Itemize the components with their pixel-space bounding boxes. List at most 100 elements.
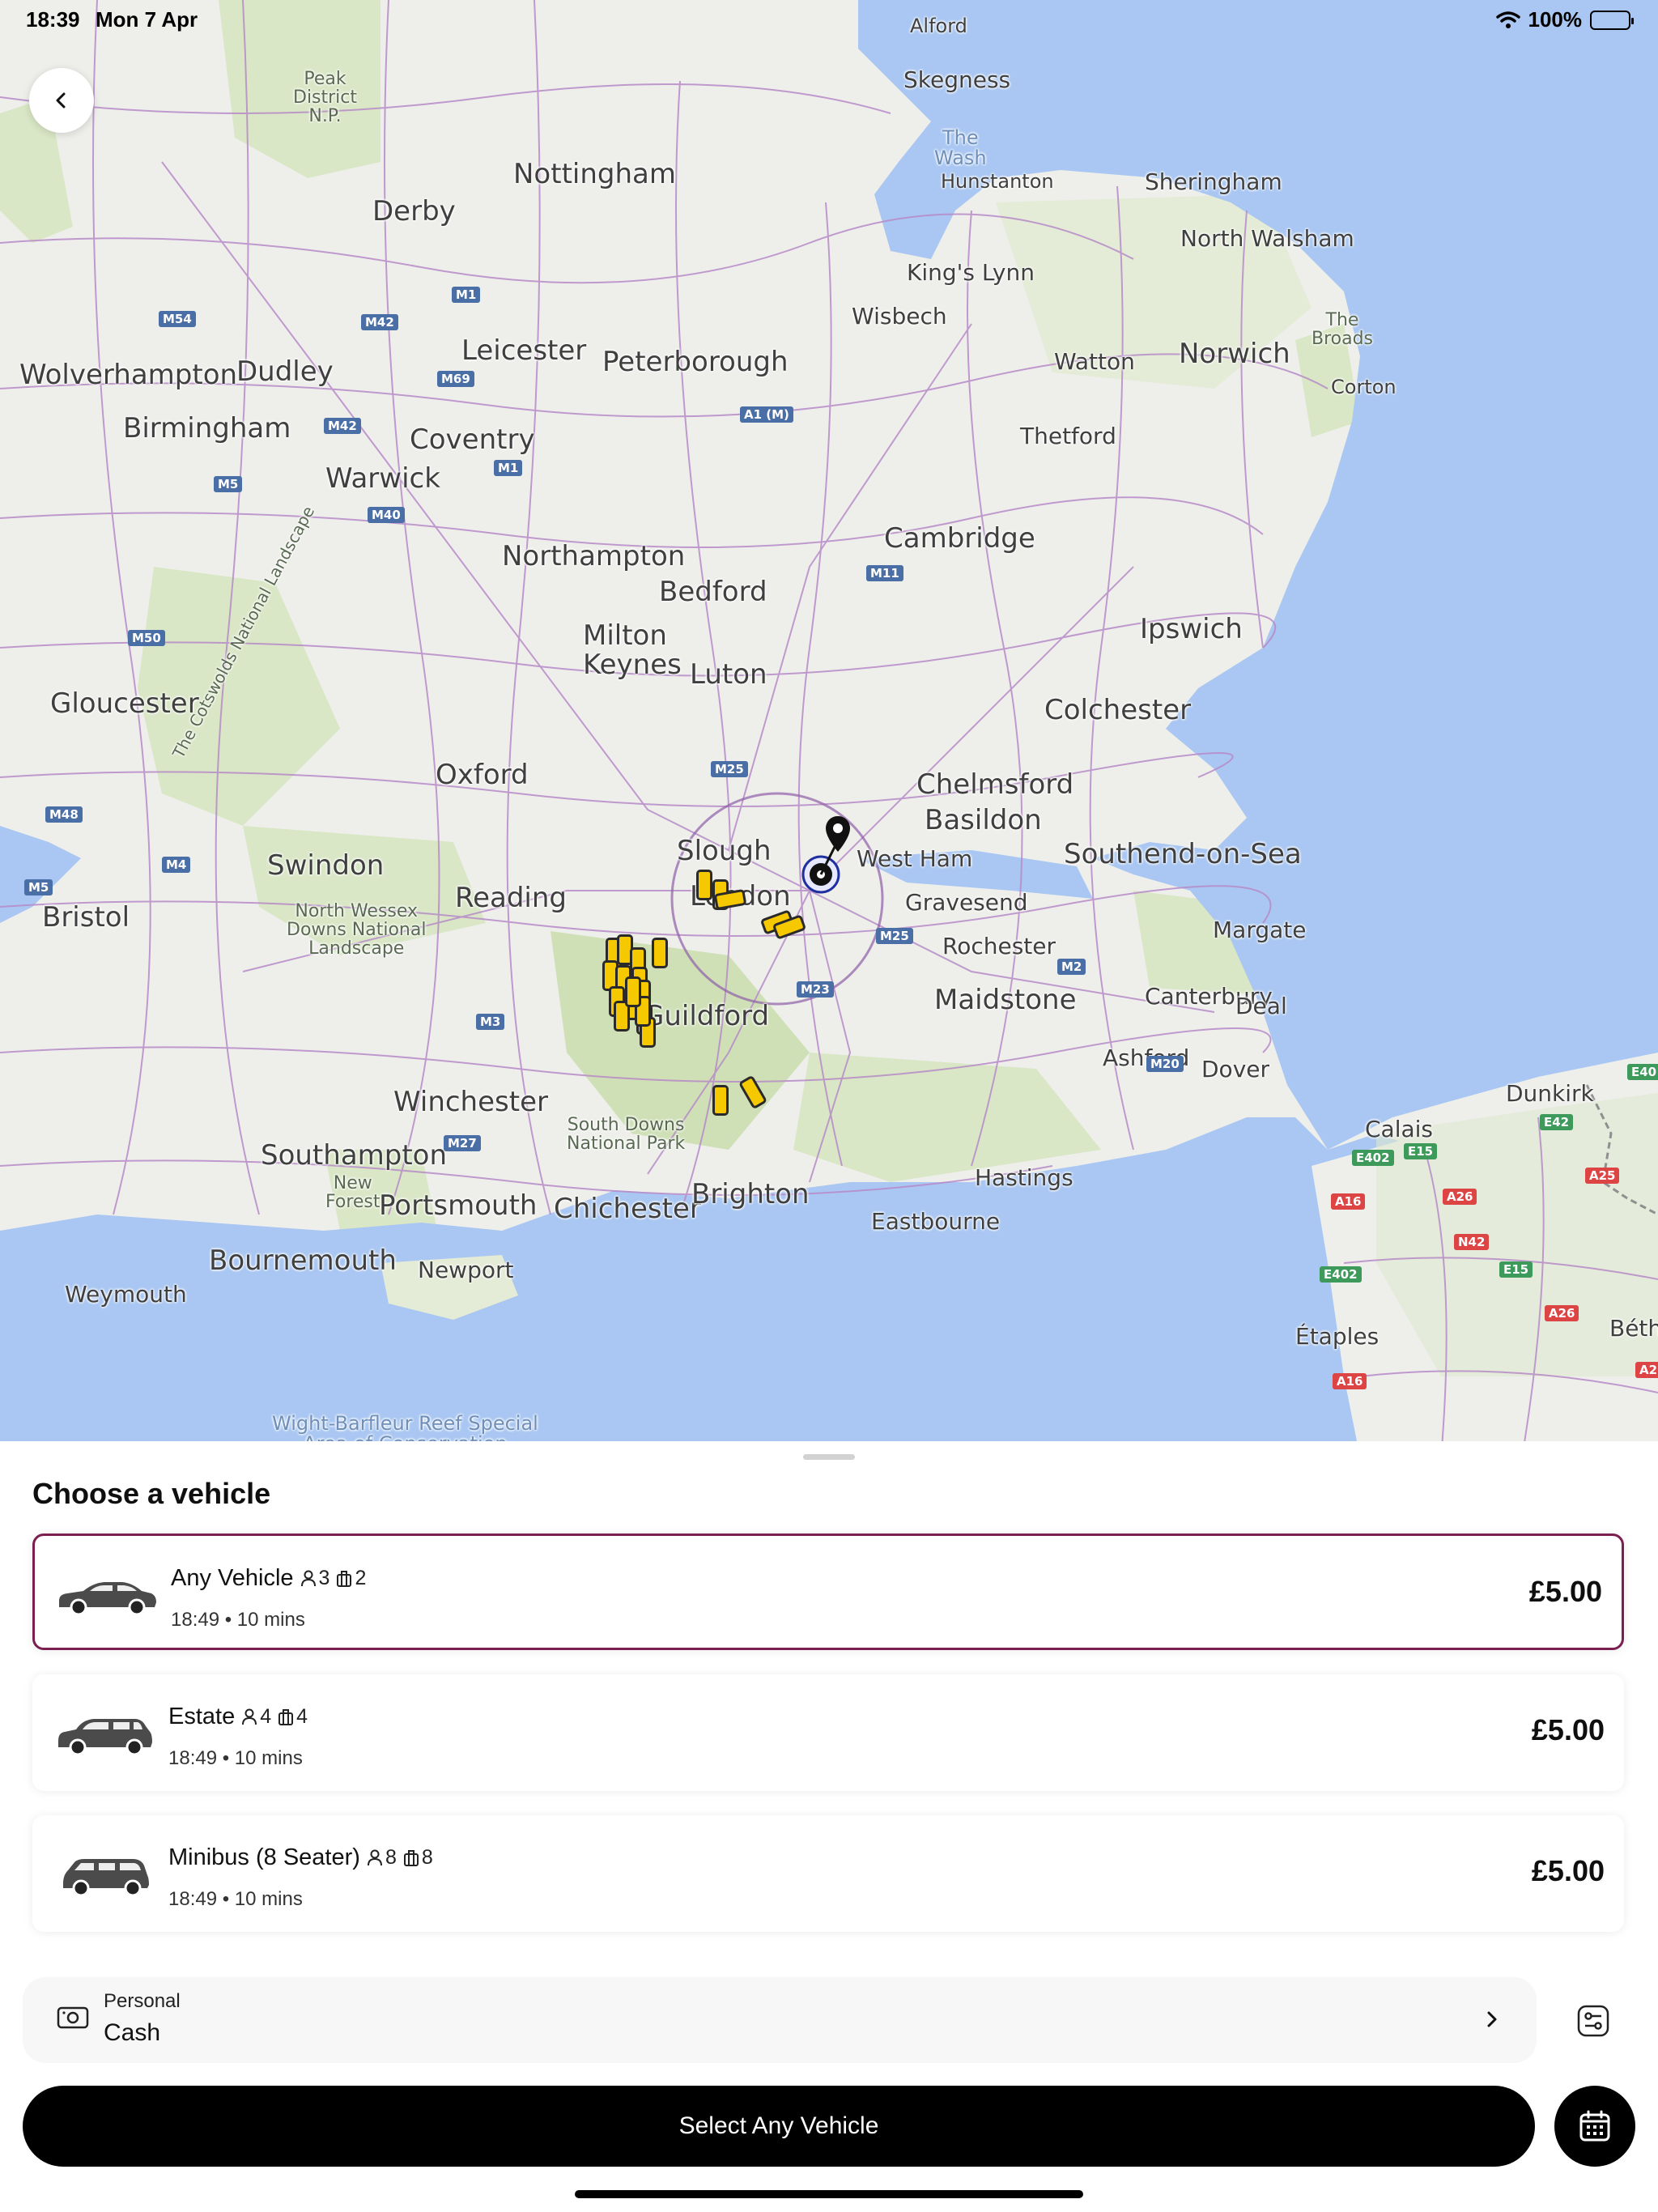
passenger-capacity: 8	[367, 1846, 397, 1870]
road-shield: A26	[1545, 1305, 1579, 1321]
map-label: Leicester	[461, 334, 587, 367]
map-label: Gravesend	[905, 889, 1028, 916]
luggage-icon	[278, 1708, 294, 1725]
road-shield: E15	[1499, 1261, 1533, 1278]
vehicle-name-row: Minibus (8 Seater) 8 8	[168, 1844, 433, 1871]
map-label: Thetford	[1020, 423, 1116, 449]
road-shield: A1 (M)	[740, 406, 793, 423]
road-shield: E402	[1352, 1150, 1394, 1166]
road-shield: E402	[1320, 1266, 1362, 1283]
back-button[interactable]	[29, 68, 94, 133]
map-label: Winchester	[393, 1086, 548, 1118]
road-shield: M27	[444, 1135, 481, 1151]
map-label: Chichester	[554, 1193, 701, 1225]
payment-method-selector[interactable]: Personal Cash	[23, 1977, 1537, 2063]
payment-profile: Personal	[104, 1990, 181, 2012]
map-label: Cambridge	[884, 522, 1035, 555]
vehicle-name: Estate	[168, 1704, 236, 1729]
map-label: Wisbech	[852, 303, 947, 330]
passenger-capacity: 4	[241, 1705, 271, 1729]
luggage-icon	[337, 1570, 352, 1587]
map-label: Dunkirk	[1506, 1080, 1594, 1107]
road-shield: A26	[1443, 1189, 1477, 1205]
map-label: Oxford	[436, 759, 529, 791]
vehicle-option-minibus[interactable]: Minibus (8 Seater) 8 8 18:49 • 10 mins £…	[32, 1815, 1624, 1932]
taxi-marker-icon	[696, 870, 712, 900]
road-shield: M20	[1146, 1056, 1184, 1072]
map-label: Wolverhampton	[19, 359, 238, 391]
passenger-capacity: 3	[300, 1567, 329, 1590]
road-shield: M25	[711, 761, 748, 777]
map-label: Dover	[1201, 1056, 1269, 1083]
schedule-button[interactable]	[1554, 2086, 1635, 2167]
person-icon	[242, 1708, 257, 1725]
road-shield: M1	[494, 460, 523, 476]
map-label: Bournemouth	[209, 1244, 397, 1277]
map-label: Milton Keynes	[583, 619, 682, 681]
map-label: Margate	[1213, 917, 1307, 943]
map-label: Coventry	[410, 423, 535, 456]
map-label: Dudley	[236, 355, 334, 388]
map-label: Peterborough	[602, 346, 789, 378]
vehicle-option-estate[interactable]: Estate 4 4 18:49 • 10 mins £5.00	[32, 1674, 1624, 1791]
map-label: Derby	[372, 195, 456, 228]
map-label: Reading	[455, 882, 568, 914]
sheet-drag-handle[interactable]	[803, 1454, 855, 1460]
map-label: Deal	[1235, 993, 1287, 1019]
sliders-icon	[1577, 2005, 1609, 2037]
luggage-capacity: 2	[336, 1567, 366, 1590]
road-shield: M11	[866, 565, 903, 581]
road-shield: A16	[1331, 1193, 1366, 1210]
map-label: Brighton	[691, 1178, 810, 1210]
road-shield: A25	[1585, 1168, 1620, 1184]
status-right: 100%	[1495, 7, 1634, 32]
vehicle-eta: 18:49 • 10 mins	[168, 1747, 303, 1769]
map-label: Corton	[1331, 376, 1397, 398]
map-label: Chelmsford	[916, 768, 1074, 801]
preferences-button[interactable]	[1567, 1995, 1619, 2047]
map-label: Southend-on-Sea	[1064, 838, 1302, 870]
road-shield: M69	[437, 371, 474, 387]
vehicle-name: Any Vehicle	[171, 1565, 294, 1591]
map-label: Basildon	[925, 804, 1042, 836]
map-label: Southampton	[261, 1139, 448, 1172]
map-label: Guildford	[643, 1000, 770, 1032]
map-label: Warwick	[325, 462, 440, 495]
map-label: Portsmouth	[379, 1189, 538, 1222]
map-label: Bristol	[42, 901, 130, 934]
vehicle-price: £5.00	[1531, 1713, 1605, 1746]
map-view[interactable]: Alford Skegness The Wash Hunstanton Sheringha…	[0, 0, 1658, 1457]
select-vehicle-button[interactable]: Select Any Vehicle	[23, 2086, 1535, 2167]
road-shield: E15	[1404, 1143, 1438, 1159]
road-shield: A21	[1635, 1362, 1658, 1378]
road-shield: N42	[1454, 1234, 1490, 1250]
map-label: Weymouth	[65, 1281, 187, 1308]
map-label: Colchester	[1044, 694, 1192, 726]
luggage-capacity: 4	[278, 1705, 308, 1729]
payment-method: Cash	[104, 2019, 161, 2046]
map-label: Birmingham	[123, 412, 291, 445]
destination-pin-icon	[826, 816, 850, 852]
road-shield: M50	[128, 630, 165, 646]
road-shield: M42	[324, 418, 361, 434]
map-label: Ipswich	[1140, 613, 1243, 645]
battery-icon	[1590, 10, 1634, 30]
map-label: Nottingham	[513, 158, 676, 190]
vehicle-name: Minibus (8 Seater)	[168, 1844, 360, 1870]
wifi-icon	[1495, 11, 1520, 28]
road-shield: M48	[45, 806, 83, 823]
map-label: Slough	[677, 835, 772, 867]
vehicle-option-any-vehicle[interactable]: Any Vehicle 3 2 18:49 • 10 mins £5.00	[32, 1534, 1624, 1650]
map-label: Bedford	[659, 576, 767, 608]
map-label: North Walsham	[1180, 225, 1354, 252]
vehicle-eta: 18:49 • 10 mins	[168, 1888, 303, 1910]
person-icon	[367, 1849, 382, 1865]
map-label: King's Lynn	[907, 259, 1035, 286]
chevron-right-icon	[1487, 2011, 1497, 2027]
home-indicator[interactable]	[575, 2190, 1083, 2198]
map-label: The Wash	[934, 126, 987, 170]
road-shield: M40	[368, 507, 405, 523]
battery-percent: 100%	[1528, 7, 1583, 32]
road-shield: E40	[1627, 1064, 1658, 1080]
map-label: Swindon	[267, 849, 385, 882]
